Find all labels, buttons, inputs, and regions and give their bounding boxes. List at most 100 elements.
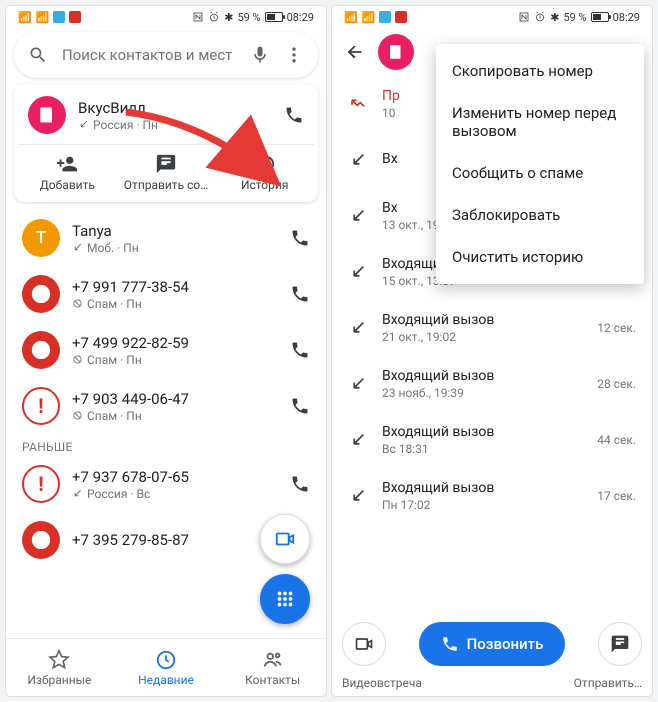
search-placeholder: Поиск контактов и мест bbox=[62, 46, 236, 64]
message-icon bbox=[155, 153, 177, 175]
bluetooth-icon: ✱ bbox=[550, 11, 559, 24]
history-row[interactable]: Входящий вызов 21 окт., 19:02 12 сек. bbox=[332, 300, 652, 356]
video-call-button[interactable] bbox=[342, 622, 386, 666]
send-message-action[interactable]: Отправить со… bbox=[117, 145, 216, 194]
block-icon bbox=[72, 354, 83, 365]
building-icon bbox=[37, 105, 57, 125]
alarm-icon bbox=[534, 11, 546, 23]
add-contact-action[interactable]: Добавить bbox=[18, 145, 117, 194]
bottom-labels: Видеовстреча Отправить… bbox=[332, 676, 652, 696]
app-icon bbox=[395, 11, 407, 23]
nfc-icon bbox=[518, 11, 530, 23]
battery-icon bbox=[591, 12, 609, 22]
video-icon bbox=[354, 634, 374, 654]
search-icon bbox=[28, 45, 48, 65]
wifi-icon: 📶 bbox=[36, 11, 50, 24]
alarm-icon bbox=[208, 11, 220, 23]
incoming-small-icon bbox=[72, 488, 83, 499]
call-title: +7 499 922-82-59 bbox=[72, 334, 278, 352]
search-bar[interactable]: Поиск контактов и мест bbox=[14, 32, 318, 78]
menu-item[interactable]: Изменить номер перед вызовом bbox=[436, 92, 644, 152]
history-sub: 23 нояб., 19:39 bbox=[382, 386, 583, 400]
nfc-icon bbox=[192, 11, 204, 23]
call-button[interactable] bbox=[290, 396, 310, 416]
history-title: Входящий вызов bbox=[382, 312, 583, 328]
incoming-call-icon bbox=[349, 319, 367, 337]
incoming-call-icon bbox=[349, 263, 367, 281]
block-icon bbox=[72, 410, 83, 421]
call-title: +7 937 678-07-65 bbox=[72, 468, 278, 486]
telegram-icon bbox=[53, 11, 65, 23]
back-button[interactable] bbox=[344, 41, 366, 63]
featured-contact-card: ВкусВилл Россия · Пн Добавить Отправить … bbox=[14, 84, 318, 202]
nav-recent[interactable]: Недавние bbox=[113, 639, 220, 696]
menu-item[interactable]: Очистить историю bbox=[436, 236, 644, 278]
call-button[interactable] bbox=[290, 474, 310, 494]
history-icon bbox=[254, 153, 276, 175]
history-sub: Вс 18:31 bbox=[382, 442, 583, 456]
history-title: Входящий вызов bbox=[382, 424, 583, 440]
incoming-call-icon bbox=[349, 431, 367, 449]
video-label: Видеовстреча bbox=[342, 676, 442, 690]
bottom-actions: Позвонить bbox=[332, 612, 652, 676]
menu-item[interactable]: Сообщить о спаме bbox=[436, 152, 644, 194]
history-action[interactable]: История bbox=[215, 145, 314, 194]
history-duration: 17 сек. bbox=[597, 489, 636, 503]
send-label: Отправить… bbox=[542, 676, 642, 690]
contact-avatar bbox=[28, 96, 66, 134]
call-button[interactable]: Позвонить bbox=[419, 622, 566, 666]
call-button[interactable] bbox=[290, 284, 310, 304]
menu-item[interactable]: Заблокировать bbox=[436, 194, 644, 236]
incoming-call-icon bbox=[349, 151, 367, 169]
clock-text: 08:29 bbox=[613, 11, 640, 24]
phone-icon bbox=[441, 635, 459, 653]
call-button[interactable] bbox=[284, 105, 304, 125]
call-row[interactable]: +7 499 922-82-59 Спам · Пн bbox=[6, 322, 326, 378]
history-row[interactable]: Входящий вызов Вс 18:31 44 сек. bbox=[332, 412, 652, 468]
status-bar: 📶 📶 ✱ 59 % 08:29 bbox=[6, 6, 326, 28]
clock-text: 08:29 bbox=[287, 11, 314, 24]
contacts-icon bbox=[262, 649, 284, 671]
video-fab[interactable] bbox=[260, 514, 310, 564]
contact-name: ВкусВилл bbox=[78, 99, 272, 117]
mic-icon[interactable] bbox=[250, 45, 270, 65]
nav-favorites[interactable]: Избранные bbox=[6, 639, 113, 696]
signal-icon: 📶 bbox=[18, 11, 32, 24]
call-sub: Спам · Пн bbox=[72, 353, 278, 367]
status-bar: 📶 📶 ✱ 59 % 08:29 bbox=[332, 6, 652, 28]
call-row[interactable]: ! +7 937 678-07-65 Россия · Вс bbox=[6, 456, 326, 512]
star-icon bbox=[48, 649, 70, 671]
bluetooth-icon: ✱ bbox=[224, 11, 233, 24]
incoming-call-icon bbox=[349, 487, 367, 505]
more-icon[interactable] bbox=[284, 45, 304, 65]
history-title: Входящий вызов bbox=[382, 480, 583, 496]
menu-item[interactable]: Скопировать номер bbox=[436, 50, 644, 92]
bottom-nav: Избранные Недавние Контакты bbox=[6, 638, 326, 696]
call-button[interactable] bbox=[290, 340, 310, 360]
right-screen: 📶 📶 ✱ 59 % 08:29 Пр 10 Вх bbox=[332, 6, 652, 696]
call-button[interactable] bbox=[290, 228, 310, 248]
history-row[interactable]: Входящий вызов Пн 17:02 17 сек. bbox=[332, 468, 652, 524]
call-sub: Спам · Пн bbox=[72, 297, 278, 311]
dialpad-fab[interactable] bbox=[260, 574, 310, 624]
wifi-icon: 📶 bbox=[362, 11, 376, 24]
history-sub: Пн 17:02 bbox=[382, 498, 583, 512]
spam-avatar bbox=[22, 331, 60, 369]
history-duration: 12 сек. bbox=[597, 321, 636, 335]
warn-icon bbox=[30, 283, 52, 305]
warn-icon bbox=[30, 339, 52, 361]
call-row[interactable]: T Tanya Моб. · Пн bbox=[6, 210, 326, 266]
nav-contacts[interactable]: Контакты bbox=[219, 639, 326, 696]
building-icon bbox=[387, 43, 405, 61]
message-button[interactable] bbox=[598, 622, 642, 666]
history-duration: 28 сек. bbox=[597, 377, 636, 391]
spam-avatar bbox=[22, 275, 60, 313]
history-duration: 44 сек. bbox=[597, 433, 636, 447]
incoming-small-icon bbox=[78, 119, 89, 130]
history-row[interactable]: Входящий вызов 23 нояб., 19:39 28 сек. bbox=[332, 356, 652, 412]
clock-icon bbox=[155, 649, 177, 671]
incoming-call-icon bbox=[349, 207, 367, 225]
incoming-call-icon bbox=[349, 375, 367, 393]
call-row[interactable]: ! +7 903 449-06-47 Спам · Пн bbox=[6, 378, 326, 434]
call-row[interactable]: +7 991 777-38-54 Спам · Пн bbox=[6, 266, 326, 322]
